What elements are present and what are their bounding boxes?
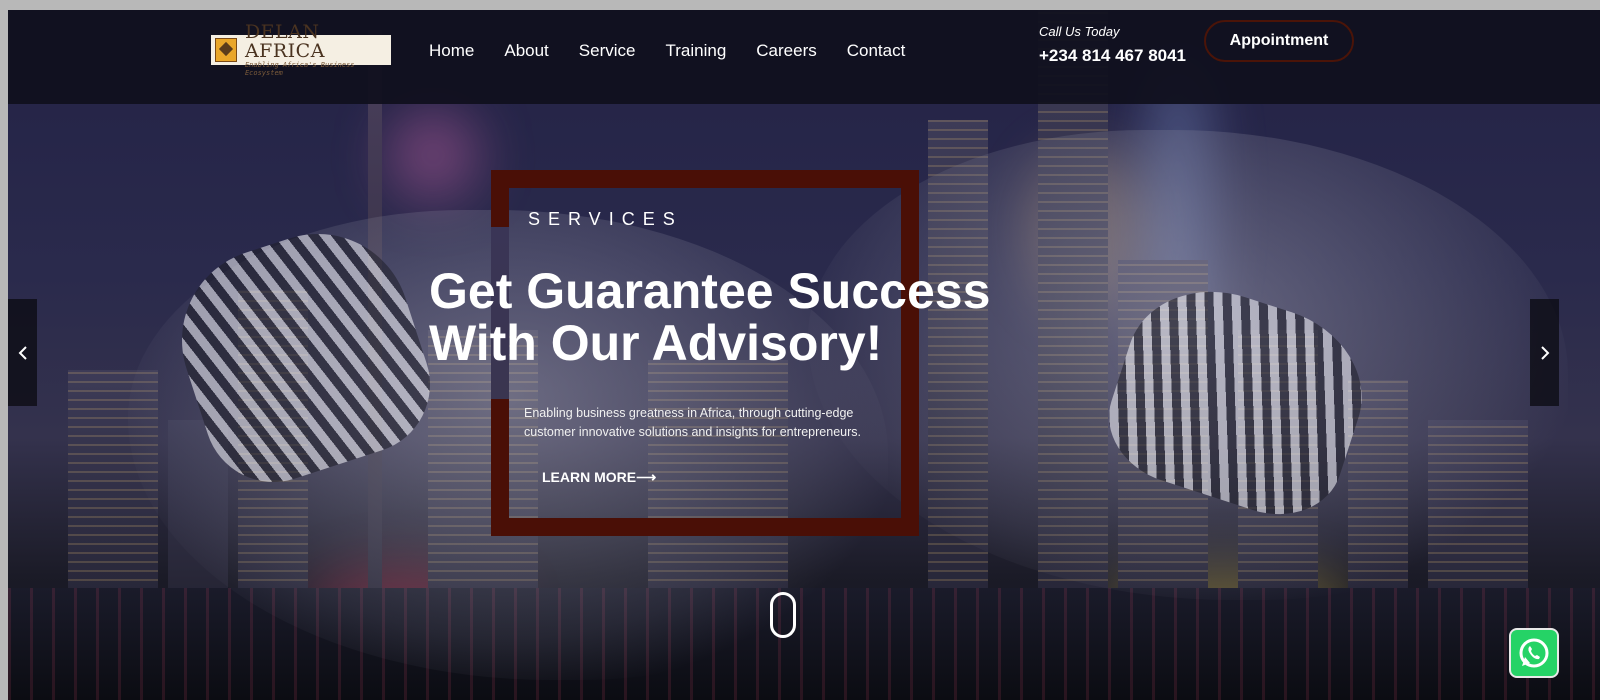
nav-service[interactable]: Service: [579, 41, 636, 61]
slider-prev-button[interactable]: [8, 299, 37, 406]
brand-logo[interactable]: DELAN AFRICA Enabling Africa's Business …: [211, 23, 391, 77]
main-nav: Home About Service Training Careers Cont…: [429, 41, 935, 61]
phone-number[interactable]: +234 814 467 8041: [1039, 46, 1186, 66]
chevron-left-icon: [18, 345, 27, 360]
brand-tagline: Enabling Africa's Business Ecosystem: [244, 61, 355, 77]
appointment-button[interactable]: Appointment: [1204, 20, 1354, 62]
nav-training[interactable]: Training: [665, 41, 726, 61]
slider-next-button[interactable]: [1530, 299, 1559, 406]
logo-mark-icon: [215, 38, 237, 62]
brand-name: DELAN AFRICA: [244, 21, 325, 62]
hero-headline-line-1: Get Guarantee Success: [429, 263, 991, 319]
nav-contact[interactable]: Contact: [847, 41, 906, 61]
chevron-right-icon: [1540, 345, 1549, 360]
nav-about[interactable]: About: [504, 41, 548, 61]
hero-subtext: Enabling business greatness in Africa, t…: [524, 406, 861, 439]
learn-more-link[interactable]: LEARN MORE⟶: [542, 469, 656, 486]
hero-headline-line-2: With Our Advisory!: [429, 315, 883, 371]
hero-headline: Get Guarantee Success With Our Advisory!: [429, 265, 1109, 369]
whatsapp-chat-button[interactable]: [1509, 628, 1559, 678]
call-label: Call Us Today: [1039, 24, 1120, 39]
hero-eyebrow: SERVICES: [528, 209, 683, 229]
whatsapp-icon: [1519, 638, 1549, 668]
nav-careers[interactable]: Careers: [756, 41, 816, 61]
nav-home[interactable]: Home: [429, 41, 474, 61]
scroll-down-indicator[interactable]: [770, 592, 796, 638]
